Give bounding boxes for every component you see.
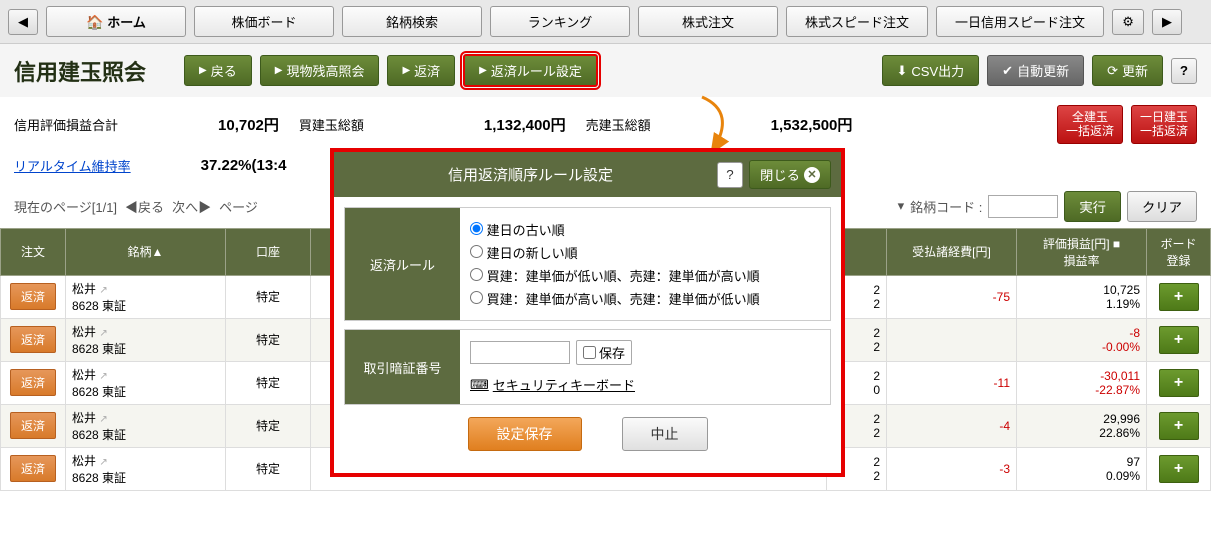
pl-cell: 10,7251.19%	[1017, 275, 1147, 318]
back-button[interactable]: ▶戻る	[184, 55, 252, 86]
dialog-help-button[interactable]: ?	[717, 162, 743, 188]
hensai-button[interactable]: ▶返済	[387, 55, 455, 86]
download-icon: ⬇	[897, 63, 908, 79]
symbol-cell[interactable]: 松井 ↗8628 東証	[66, 404, 226, 447]
repay-button[interactable]: 返済	[10, 283, 56, 310]
rule-dialog: 信用返済順序ルール設定 ? 閉じる✕ 返済ルール 建日の古い順 建日の新しい順 …	[330, 148, 845, 477]
check-icon: ✔	[1002, 63, 1013, 79]
pl-label: 信用評価損益合計	[14, 115, 118, 134]
pl-cell: 29,99622.86%	[1017, 404, 1147, 447]
csv-export-button[interactable]: ⬇CSV出力	[882, 55, 980, 86]
tab-ranking[interactable]: ランキング	[490, 6, 630, 37]
symbol-cell[interactable]: 松井 ↗8628 東証	[66, 318, 226, 361]
exec-button[interactable]: 実行	[1064, 191, 1121, 222]
refresh-icon: ⟳	[1107, 63, 1118, 79]
tab-order[interactable]: 株式注文	[638, 6, 778, 37]
pager-back[interactable]: ◀戻る	[125, 197, 164, 216]
pl-cell: 970.09%	[1017, 447, 1147, 490]
pl-cell: -8-0.00%	[1017, 318, 1147, 361]
rule-option-3[interactable]: 買建：建単価が高い順、売建：建単価が低い順	[470, 287, 820, 310]
nav-prev[interactable]: ◀	[8, 9, 38, 35]
symbol-cell[interactable]: 松井 ↗8628 東証	[66, 447, 226, 490]
repay-button[interactable]: 返済	[10, 412, 56, 439]
pager-next[interactable]: 次へ▶	[172, 197, 211, 216]
save-pin-checkbox[interactable]: 保存	[576, 340, 632, 365]
pin-section-label: 取引暗証番号	[345, 330, 460, 404]
repay-day-button[interactable]: 一日建玉 一括返済	[1131, 105, 1197, 144]
repay-button[interactable]: 返済	[10, 369, 56, 396]
sell-value: 1,532,500円	[771, 114, 853, 135]
board-add-button[interactable]: +	[1159, 326, 1199, 354]
dialog-save-button[interactable]: 設定保存	[468, 417, 582, 451]
col-cost[interactable]: 受払諸経費[円]	[887, 228, 1017, 275]
pin-input[interactable]	[470, 341, 570, 364]
pager-pagesize: ページ	[219, 197, 258, 216]
buy-value: 1,132,400円	[484, 114, 566, 135]
board-add-button[interactable]: +	[1159, 369, 1199, 397]
refresh-button[interactable]: ⟳更新	[1092, 55, 1163, 86]
board-add-button[interactable]: +	[1159, 455, 1199, 483]
tab-search[interactable]: 銘柄検索	[342, 6, 482, 37]
rule-setting-button[interactable]: ▶返済ルール設定	[463, 54, 598, 87]
col-symbol[interactable]: 銘柄▲	[66, 228, 226, 275]
col-board[interactable]: ボード 登録	[1147, 228, 1211, 275]
cost-cell: -75	[887, 275, 1017, 318]
account-cell: 特定	[226, 275, 311, 318]
col-account[interactable]: 口座	[226, 228, 311, 275]
tab-day-speed[interactable]: 一日信用スピード注文	[936, 6, 1104, 37]
pl-value: 10,702円	[218, 114, 279, 135]
board-add-button[interactable]: +	[1159, 283, 1199, 311]
close-icon: ✕	[804, 167, 820, 183]
dialog-close-button[interactable]: 閉じる✕	[749, 160, 831, 189]
tab-speed-order[interactable]: 株式スピード注文	[786, 6, 928, 37]
genbutsu-button[interactable]: ▶現物残高照会	[260, 55, 380, 86]
settings-button[interactable]: ⚙	[1112, 9, 1144, 35]
security-keyboard-link[interactable]: ⌨セキュリティキーボード	[470, 375, 635, 394]
repay-button[interactable]: 返済	[10, 455, 56, 482]
tab-priceboard[interactable]: 株価ボード	[194, 6, 334, 37]
sell-label: 売建玉総額	[586, 115, 651, 134]
account-cell: 特定	[226, 318, 311, 361]
help-button[interactable]: ?	[1171, 58, 1197, 84]
buy-label: 買建玉総額	[299, 115, 364, 134]
gear-icon: ⚙	[1122, 14, 1134, 30]
account-cell: 特定	[226, 447, 311, 490]
code-label: 銘柄コード :	[910, 197, 982, 216]
repay-button[interactable]: 返済	[10, 326, 56, 353]
realtime-value: 37.22%(13:4	[201, 157, 287, 174]
rule-option-2[interactable]: 買建：建単価が低い順、売建：建単価が高い順	[470, 264, 820, 287]
dropdown-indicator[interactable]: ▾	[898, 198, 905, 214]
clear-button[interactable]: クリア	[1127, 191, 1197, 222]
rule-option-1[interactable]: 建日の新しい順	[470, 241, 820, 264]
repay-all-button[interactable]: 全建玉 一括返済	[1057, 105, 1123, 144]
cost-cell	[887, 318, 1017, 361]
auto-refresh-toggle[interactable]: ✔自動更新	[987, 55, 1084, 86]
col-pl[interactable]: 評価損益[円] ■ 損益率	[1017, 228, 1147, 275]
symbol-code-input[interactable]	[988, 195, 1058, 218]
page-title: 信用建玉照会	[14, 55, 146, 87]
dialog-cancel-button[interactable]: 中止	[622, 417, 708, 451]
cost-cell: -11	[887, 361, 1017, 404]
board-add-button[interactable]: +	[1159, 412, 1199, 440]
home-icon: 🏠	[86, 14, 103, 30]
nav-next[interactable]: ▶	[1152, 9, 1182, 35]
pl-cell: -30,011-22.87%	[1017, 361, 1147, 404]
cost-cell: -3	[887, 447, 1017, 490]
account-cell: 特定	[226, 361, 311, 404]
keyboard-icon: ⌨	[470, 377, 489, 393]
symbol-cell[interactable]: 松井 ↗8628 東証	[66, 361, 226, 404]
symbol-cell[interactable]: 松井 ↗8628 東証	[66, 275, 226, 318]
rule-section-label: 返済ルール	[345, 208, 460, 320]
rule-option-0[interactable]: 建日の古い順	[470, 218, 820, 241]
dialog-title: 信用返済順序ルール設定	[344, 164, 717, 185]
realtime-link[interactable]: リアルタイム維持率	[14, 156, 131, 175]
tab-home[interactable]: 🏠 ホーム	[46, 6, 186, 37]
cost-cell: -4	[887, 404, 1017, 447]
account-cell: 特定	[226, 404, 311, 447]
col-order[interactable]: 注文	[1, 228, 66, 275]
pager-info: 現在のページ[1/1]	[14, 197, 117, 216]
